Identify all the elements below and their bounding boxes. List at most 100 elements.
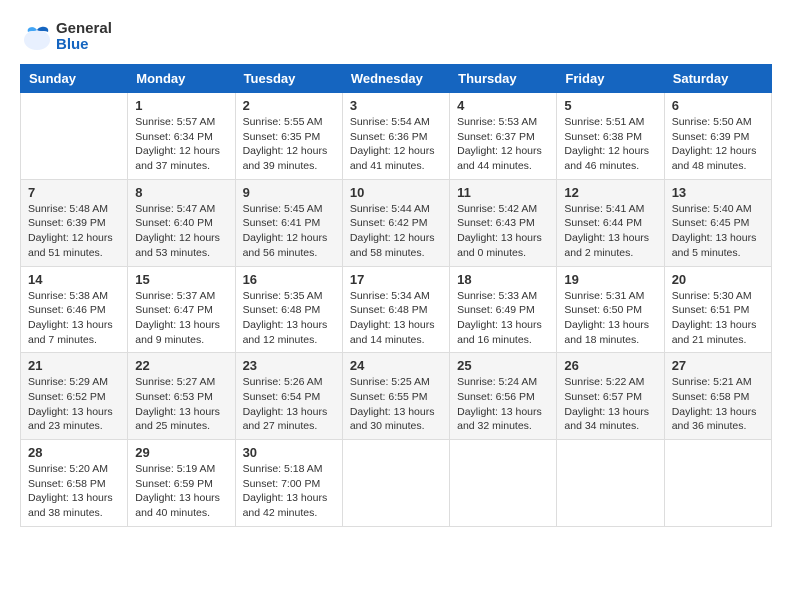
day-info: Sunrise: 5:22 AM Sunset: 6:57 PM Dayligh… xyxy=(564,375,656,434)
calendar-header-monday: Monday xyxy=(128,65,235,93)
day-number: 8 xyxy=(135,185,227,200)
day-info: Sunrise: 5:54 AM Sunset: 6:36 PM Dayligh… xyxy=(350,115,442,174)
day-number: 29 xyxy=(135,445,227,460)
day-info: Sunrise: 5:47 AM Sunset: 6:40 PM Dayligh… xyxy=(135,202,227,261)
calendar-cell: 24Sunrise: 5:25 AM Sunset: 6:55 PM Dayli… xyxy=(342,353,449,440)
calendar-cell: 11 Sunrise: 5:42 AM Sunset: 6:43 PM Dayli… xyxy=(450,179,557,266)
calendar-cell: 9 Sunrise: 5:45 AM Sunset: 6:41 PM Daylig… xyxy=(235,179,342,266)
calendar-week-row: 28 Sunrise: 5:20 AM Sunset: 6:58 PM Dayli… xyxy=(21,440,772,527)
day-info: Sunrise: 5:27 AM Sunset: 6:53 PM Dayligh… xyxy=(135,375,227,434)
day-number: 22 xyxy=(135,358,227,373)
calendar-cell xyxy=(342,440,449,527)
day-info: Sunrise: 5:34 AM Sunset: 6:48 PM Dayligh… xyxy=(350,289,442,348)
calendar-cell: 3 Sunrise: 5:54 AM Sunset: 6:36 PM Daylig… xyxy=(342,93,449,180)
calendar-header-wednesday: Wednesday xyxy=(342,65,449,93)
day-number: 10 xyxy=(350,185,442,200)
calendar-cell: 17Sunrise: 5:34 AM Sunset: 6:48 PM Dayli… xyxy=(342,266,449,353)
day-info: Sunrise: 5:33 AM Sunset: 6:49 PM Dayligh… xyxy=(457,289,549,348)
calendar-header-saturday: Saturday xyxy=(664,65,771,93)
day-number: 20 xyxy=(672,272,764,287)
day-info: Sunrise: 5:51 AM Sunset: 6:38 PM Dayligh… xyxy=(564,115,656,174)
day-number: 18 xyxy=(457,272,549,287)
day-info: Sunrise: 5:53 AM Sunset: 6:37 PM Dayligh… xyxy=(457,115,549,174)
day-number: 5 xyxy=(564,98,656,113)
calendar-cell: 29 Sunrise: 5:19 AM Sunset: 6:59 PM Dayli… xyxy=(128,440,235,527)
calendar-cell: 7 Sunrise: 5:48 AM Sunset: 6:39 PM Daylig… xyxy=(21,179,128,266)
logo-line1: General xyxy=(56,21,112,38)
calendar-cell: 25 Sunrise: 5:24 AM Sunset: 6:56 PM Dayli… xyxy=(450,353,557,440)
day-number: 28 xyxy=(28,445,120,460)
day-number: 24 xyxy=(350,358,442,373)
calendar-week-row: 7 Sunrise: 5:48 AM Sunset: 6:39 PM Daylig… xyxy=(21,179,772,266)
calendar-cell: 13 Sunrise: 5:40 AM Sunset: 6:45 PM Dayli… xyxy=(664,179,771,266)
day-number: 6 xyxy=(672,98,764,113)
day-number: 21 xyxy=(28,358,120,373)
day-info: Sunrise: 5:18 AM Sunset: 7:00 PM Dayligh… xyxy=(243,462,335,521)
calendar-cell: 2Sunrise: 5:55 AM Sunset: 6:35 PM Daylig… xyxy=(235,93,342,180)
day-number: 1 xyxy=(135,98,227,113)
day-info: Sunrise: 5:42 AM Sunset: 6:43 PM Dayligh… xyxy=(457,202,549,261)
day-number: 19 xyxy=(564,272,656,287)
calendar-cell: 23 Sunrise: 5:26 AM Sunset: 6:54 PM Dayli… xyxy=(235,353,342,440)
calendar-cell: 1 Sunrise: 5:57 AM Sunset: 6:34 PM Daylig… xyxy=(128,93,235,180)
day-number: 25 xyxy=(457,358,549,373)
day-number: 11 xyxy=(457,185,549,200)
day-number: 2 xyxy=(243,98,335,113)
day-info: Sunrise: 5:29 AM Sunset: 6:52 PM Dayligh… xyxy=(28,375,120,434)
day-number: 3 xyxy=(350,98,442,113)
calendar-header-tuesday: Tuesday xyxy=(235,65,342,93)
calendar-cell: 22 Sunrise: 5:27 AM Sunset: 6:53 PM Dayli… xyxy=(128,353,235,440)
day-number: 16 xyxy=(243,272,335,287)
day-number: 15 xyxy=(135,272,227,287)
day-number: 27 xyxy=(672,358,764,373)
calendar-cell: 28 Sunrise: 5:20 AM Sunset: 6:58 PM Dayli… xyxy=(21,440,128,527)
day-info: Sunrise: 5:44 AM Sunset: 6:42 PM Dayligh… xyxy=(350,202,442,261)
calendar-cell: 6 Sunrise: 5:50 AM Sunset: 6:39 PM Daylig… xyxy=(664,93,771,180)
day-number: 12 xyxy=(564,185,656,200)
logo-line2: Blue xyxy=(56,37,112,54)
day-number: 14 xyxy=(28,272,120,287)
calendar-cell: 14 Sunrise: 5:38 AM Sunset: 6:46 PM Dayli… xyxy=(21,266,128,353)
calendar-cell: 18 Sunrise: 5:33 AM Sunset: 6:49 PM Dayli… xyxy=(450,266,557,353)
day-number: 13 xyxy=(672,185,764,200)
calendar-cell: 10 Sunrise: 5:44 AM Sunset: 6:42 PM Dayli… xyxy=(342,179,449,266)
day-number: 4 xyxy=(457,98,549,113)
calendar-cell: 27 Sunrise: 5:21 AM Sunset: 6:58 PM Dayli… xyxy=(664,353,771,440)
calendar-cell: 26 Sunrise: 5:22 AM Sunset: 6:57 PM Dayli… xyxy=(557,353,664,440)
day-info: Sunrise: 5:38 AM Sunset: 6:46 PM Dayligh… xyxy=(28,289,120,348)
calendar-cell xyxy=(664,440,771,527)
calendar-cell: 4 Sunrise: 5:53 AM Sunset: 6:37 PM Daylig… xyxy=(450,93,557,180)
calendar-table: SundayMondayTuesdayWednesdayThursdayFrid… xyxy=(20,64,772,527)
calendar-cell: 5 Sunrise: 5:51 AM Sunset: 6:38 PM Daylig… xyxy=(557,93,664,180)
day-info: Sunrise: 5:45 AM Sunset: 6:41 PM Dayligh… xyxy=(243,202,335,261)
calendar-week-row: 1 Sunrise: 5:57 AM Sunset: 6:34 PM Daylig… xyxy=(21,93,772,180)
day-number: 7 xyxy=(28,185,120,200)
day-info: Sunrise: 5:50 AM Sunset: 6:39 PM Dayligh… xyxy=(672,115,764,174)
calendar-cell: 16 Sunrise: 5:35 AM Sunset: 6:48 PM Dayli… xyxy=(235,266,342,353)
day-info: Sunrise: 5:19 AM Sunset: 6:59 PM Dayligh… xyxy=(135,462,227,521)
day-info: Sunrise: 5:31 AM Sunset: 6:50 PM Dayligh… xyxy=(564,289,656,348)
calendar-cell: 30 Sunrise: 5:18 AM Sunset: 7:00 PM Dayli… xyxy=(235,440,342,527)
day-number: 26 xyxy=(564,358,656,373)
calendar-cell: 21 Sunrise: 5:29 AM Sunset: 6:52 PM Dayli… xyxy=(21,353,128,440)
day-number: 30 xyxy=(243,445,335,460)
day-number: 9 xyxy=(243,185,335,200)
calendar-cell xyxy=(557,440,664,527)
logo-bird-icon xyxy=(20,20,54,54)
day-info: Sunrise: 5:48 AM Sunset: 6:39 PM Dayligh… xyxy=(28,202,120,261)
calendar-cell xyxy=(450,440,557,527)
calendar-header-row: SundayMondayTuesdayWednesdayThursdayFrid… xyxy=(21,65,772,93)
day-info: Sunrise: 5:26 AM Sunset: 6:54 PM Dayligh… xyxy=(243,375,335,434)
day-info: Sunrise: 5:57 AM Sunset: 6:34 PM Dayligh… xyxy=(135,115,227,174)
day-info: Sunrise: 5:24 AM Sunset: 6:56 PM Dayligh… xyxy=(457,375,549,434)
day-info: Sunrise: 5:40 AM Sunset: 6:45 PM Dayligh… xyxy=(672,202,764,261)
logo: General Blue xyxy=(20,20,112,54)
calendar-week-row: 21 Sunrise: 5:29 AM Sunset: 6:52 PM Dayli… xyxy=(21,353,772,440)
day-info: Sunrise: 5:21 AM Sunset: 6:58 PM Dayligh… xyxy=(672,375,764,434)
day-info: Sunrise: 5:20 AM Sunset: 6:58 PM Dayligh… xyxy=(28,462,120,521)
calendar-cell: 20 Sunrise: 5:30 AM Sunset: 6:51 PM Dayli… xyxy=(664,266,771,353)
day-info: Sunrise: 5:30 AM Sunset: 6:51 PM Dayligh… xyxy=(672,289,764,348)
day-info: Sunrise: 5:35 AM Sunset: 6:48 PM Dayligh… xyxy=(243,289,335,348)
day-number: 23 xyxy=(243,358,335,373)
calendar-header-friday: Friday xyxy=(557,65,664,93)
